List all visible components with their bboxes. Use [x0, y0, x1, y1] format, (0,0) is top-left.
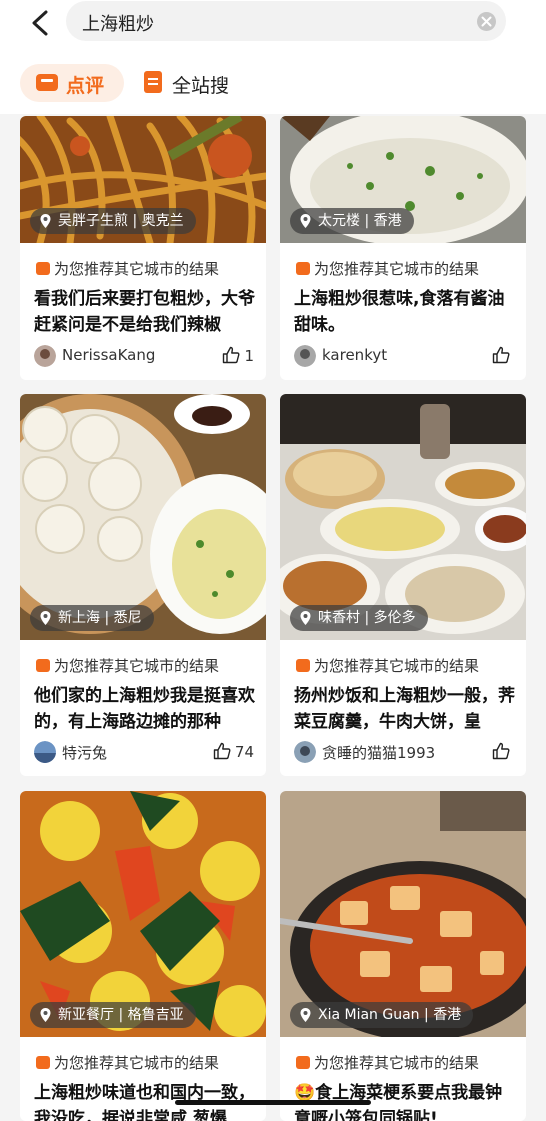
result-card[interactable]: 新亚餐厅 | 格鲁吉亚 为您推荐其它城市的结果 上海粗炒味道也和国内一致，我没吃…	[20, 791, 266, 1121]
avatar[interactable]	[34, 345, 56, 367]
like-button[interactable]	[492, 742, 514, 761]
like-count: 74	[234, 743, 254, 761]
thumbs-up-icon	[492, 742, 510, 760]
recommendation-note: 为您推荐其它城市的结果	[296, 655, 479, 676]
username[interactable]: NerissaKang	[62, 346, 155, 364]
location-badge[interactable]: 太元楼 | 香港	[290, 208, 414, 234]
result-card[interactable]: 吴胖子生煎 | 奥克兰 为您推荐其它城市的结果 看我们后来要打包粗炒，大爷赶紧问…	[20, 116, 266, 380]
food-photo-dumplings	[20, 394, 266, 640]
result-card[interactable]: 太元楼 | 香港 为您推荐其它城市的结果 上海粗炒很惹味,食落有酱油甜味。 ka…	[280, 116, 526, 380]
document-icon	[144, 71, 162, 93]
location-badge[interactable]: 新亚餐厅 | 格鲁吉亚	[30, 1002, 196, 1028]
restaurant-name: 吴胖子生煎	[58, 213, 128, 229]
card-title: 上海粗炒很惹味,食落有酱油甜味。	[294, 289, 505, 335]
avatar[interactable]	[294, 345, 316, 367]
location-pin-icon	[40, 214, 51, 228]
tab-bar: 点评	[0, 50, 546, 114]
review-icon	[36, 74, 58, 91]
location-pin-icon	[40, 1008, 51, 1022]
recommendation-note: 为您推荐其它城市的结果	[296, 1052, 479, 1073]
avatar[interactable]	[34, 741, 56, 763]
home-indicator[interactable]	[175, 1100, 371, 1105]
recommend-icon	[296, 659, 310, 672]
result-card[interactable]: Xia Mian Guan | 香港 为您推荐其它城市的结果 🤩食上海菜梗系要点…	[280, 791, 526, 1121]
recommend-icon	[36, 659, 50, 672]
location-badge[interactable]: 味香村 | 多伦多	[290, 605, 428, 631]
username[interactable]: karenkyt	[322, 346, 387, 364]
card-title: 扬州炒饭和上海粗炒一般，荠菜豆腐羹，牛肉大饼，皇	[294, 686, 515, 732]
restaurant-name: 新上海	[58, 610, 100, 626]
result-card[interactable]: 味香村 | 多伦多 为您推荐其它城市的结果 扬州炒饭和上海粗炒一般，荠菜豆腐羹，…	[280, 394, 526, 776]
avatar[interactable]	[294, 741, 316, 763]
recommendation-note: 为您推荐其它城市的结果	[296, 258, 479, 279]
location-pin-icon	[300, 1008, 311, 1022]
city-name: 香港	[373, 213, 402, 229]
username[interactable]: 特污兔	[62, 742, 107, 763]
username[interactable]: 贪睡的猫猫1993	[322, 742, 435, 763]
recommendation-note: 为您推荐其它城市的结果	[36, 258, 219, 279]
recommendation-note: 为您推荐其它城市的结果	[36, 1052, 219, 1073]
city-name: 奥克兰	[141, 213, 184, 229]
restaurant-name: 太元楼	[318, 213, 360, 229]
like-button[interactable]	[492, 346, 514, 365]
tab-label: 点评	[66, 75, 105, 97]
back-arrow-icon[interactable]	[26, 8, 56, 38]
location-badge[interactable]: 吴胖子生煎 | 奥克兰	[30, 208, 196, 234]
city-name: 香港	[433, 1007, 462, 1023]
city-name: 格鲁吉亚	[127, 1007, 184, 1023]
restaurant-name: 味香村	[318, 610, 360, 626]
recommendation-note: 为您推荐其它城市的结果	[36, 655, 219, 676]
like-count: 1	[244, 347, 254, 365]
location-pin-icon	[300, 214, 311, 228]
location-pin-icon	[300, 611, 311, 625]
recommend-icon	[36, 1056, 50, 1069]
like-button[interactable]: 74	[213, 742, 254, 761]
like-button[interactable]: 1	[222, 346, 254, 365]
recommend-icon	[296, 262, 310, 275]
thumbs-up-icon	[223, 346, 240, 364]
thumbs-up-icon	[492, 346, 510, 364]
tab-dianping[interactable]: 点评	[20, 64, 124, 102]
clear-icon[interactable]	[477, 12, 496, 31]
food-photo-tomato-egg	[20, 791, 266, 1037]
result-card[interactable]: 新上海 | 悉尼 为您推荐其它城市的结果 他们家的上海粗炒我是挺喜欢的，有上海路…	[20, 394, 266, 776]
food-photo-mapo-tofu	[280, 791, 526, 1037]
location-badge[interactable]: Xia Mian Guan | 香港	[290, 1002, 474, 1028]
location-badge[interactable]: 新上海 | 悉尼	[30, 605, 154, 631]
city-name: 悉尼	[113, 610, 142, 626]
top-bar: 上海粗炒	[0, 0, 546, 50]
card-title: 看我们后来要打包粗炒，大爷赶紧问是不是给我们辣椒	[34, 289, 255, 335]
search-query[interactable]: 上海粗炒	[82, 10, 154, 36]
tab-label: 全站搜	[172, 75, 230, 97]
recommend-icon	[296, 1056, 310, 1069]
restaurant-name: 新亚餐厅	[58, 1007, 114, 1023]
thumbs-up-icon	[213, 742, 231, 760]
card-title: 他们家的上海粗炒我是挺喜欢的，有上海路边摊的那种	[34, 686, 255, 732]
location-pin-icon	[40, 611, 51, 625]
search-input[interactable]: 上海粗炒	[66, 1, 506, 41]
recommend-icon	[36, 262, 50, 275]
food-photo-table	[280, 394, 526, 640]
city-name: 多伦多	[373, 610, 416, 626]
restaurant-name: Xia Mian Guan	[318, 1007, 420, 1023]
